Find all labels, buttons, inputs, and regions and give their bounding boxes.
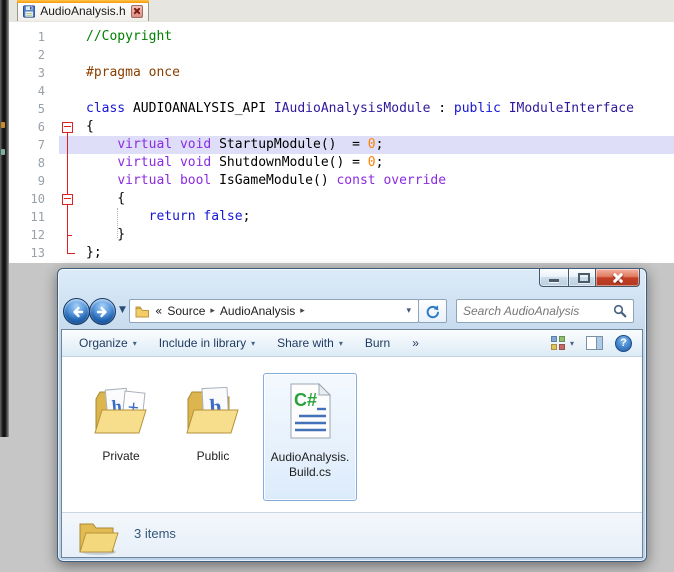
code-line-1[interactable]: 1//Copyright: [9, 28, 674, 46]
breadcrumb-audioanalysis[interactable]: AudioAnalysis: [220, 304, 295, 318]
toolbar-right-icons: ▾ ?: [550, 334, 636, 352]
open-folder-icon: [76, 516, 120, 561]
chevron-down-icon: ▾: [132, 338, 137, 348]
arrow-left-icon: [72, 306, 83, 317]
file-item-public[interactable]: h Public: [167, 373, 259, 501]
explorer-window[interactable]: ▼ « Source ▸ AudioAnalysis ▸ ▾ Search Au…: [57, 268, 647, 562]
file-label: Public: [196, 449, 230, 463]
forward-button[interactable]: [89, 298, 116, 325]
line-number: 8: [37, 156, 45, 170]
toolbar-include-in-library[interactable]: Include in library ▾: [148, 332, 266, 354]
search-input[interactable]: Search AudioAnalysis: [456, 299, 634, 323]
back-button[interactable]: [63, 298, 90, 325]
code-line-7[interactable]: 7 virtual void StartupModule() = 0;: [9, 136, 674, 154]
search-placeholder: Search AudioAnalysis: [463, 304, 580, 318]
code-line-9[interactable]: 9 virtual bool IsGameModule() const over…: [9, 172, 674, 190]
toolbar-organize[interactable]: Organize ▾: [68, 332, 148, 354]
views-grid-icon: [550, 335, 566, 351]
fold-bracket-end: [67, 253, 75, 254]
line-number: 1: [37, 30, 45, 44]
editor-tab-bar: AudioAnalysis.h: [9, 0, 674, 23]
toolbar-burn[interactable]: Burn: [354, 332, 401, 354]
line-number: 9: [37, 174, 45, 188]
line-number: 3: [37, 66, 45, 80]
line-number: 7: [37, 138, 45, 152]
background-code-fragment: [1, 149, 5, 155]
code-line-8[interactable]: 8 virtual void ShutdownModule() = 0;: [9, 154, 674, 172]
folder-public-icon: h: [167, 381, 259, 445]
chevron-down-icon: ▾: [569, 338, 574, 348]
file-label: AudioAnalysis. Build.cs: [270, 450, 350, 479]
folder-icon: [135, 306, 149, 317]
fold-collapse-icon[interactable]: [62, 194, 73, 205]
file-list: h + Private h Public C# AudioAnalysis. B…: [62, 358, 642, 513]
code-line-13[interactable]: 13};: [9, 244, 674, 262]
line-number: 11: [30, 210, 45, 224]
tab-audioanalysis-h[interactable]: AudioAnalysis.h: [17, 0, 149, 21]
code-line-11[interactable]: 11 return false;: [9, 208, 674, 226]
minimize-button[interactable]: [539, 269, 569, 287]
chevron-down-icon: ▾: [338, 338, 343, 348]
csharp-file-icon: C#: [264, 382, 356, 446]
active-tab-accent: [17, 0, 149, 3]
file-item-private[interactable]: h + Private: [75, 373, 167, 501]
arrow-right-icon: [96, 306, 107, 317]
line-number: 13: [30, 246, 45, 260]
file-item-audioanalysis-build-cs[interactable]: C# AudioAnalysis. Build.cs: [263, 373, 357, 501]
fold-collapse-icon[interactable]: [62, 122, 73, 133]
address-bar[interactable]: « Source ▸ AudioAnalysis ▸ ▾: [129, 299, 419, 323]
toolbar-more[interactable]: »: [401, 332, 430, 354]
maximize-button[interactable]: [568, 269, 596, 287]
code-line-4[interactable]: 4: [9, 82, 674, 100]
code-area[interactable]: 1//Copyright 2 3 #pragma once 4 5 class AUDIOA…: [9, 22, 674, 263]
code-editor-window: AudioAnalysis.h 1//Copyright 2 3 #pragma on…: [9, 0, 674, 263]
folder-private-icon: h +: [75, 381, 167, 445]
change-view-button[interactable]: ▾: [550, 335, 574, 351]
line-number: 5: [37, 102, 45, 116]
item-count: 3 items: [134, 526, 176, 541]
refresh-icon: [426, 304, 439, 318]
line-number: 4: [37, 84, 45, 98]
window-caption-buttons: [539, 269, 640, 287]
command-toolbar: Organize ▾ Include in library ▾ Share with ▾ B…: [62, 330, 642, 357]
fold-bracket-end: [67, 235, 72, 236]
chevron-right-icon[interactable]: ▸: [300, 306, 305, 316]
chevron-right-icon[interactable]: ▸: [210, 306, 215, 316]
recent-pages-chevron-icon[interactable]: ▼: [119, 305, 126, 315]
background-window-edge: [0, 0, 9, 437]
tab-title: AudioAnalysis.h: [40, 4, 126, 18]
code-line-10[interactable]: 10 {: [9, 190, 674, 208]
refresh-button[interactable]: [418, 299, 447, 323]
preview-pane-button[interactable]: [586, 336, 603, 350]
file-label: Private: [102, 449, 140, 463]
address-dropdown-icon[interactable]: ▾: [406, 306, 413, 316]
floppy-disk-icon: [23, 4, 36, 18]
toolbar-share-with[interactable]: Share with ▾: [266, 332, 354, 354]
details-pane: 3 items: [62, 512, 642, 557]
chevron-down-icon: ▾: [251, 338, 256, 348]
line-number: 2: [37, 48, 45, 62]
magnifier-icon[interactable]: [613, 304, 627, 318]
line-number: 10: [30, 192, 45, 206]
code-line-6[interactable]: 6{: [9, 118, 674, 136]
close-button[interactable]: [595, 269, 640, 287]
code-line-5[interactable]: 5 class AUDIOANALYSIS_API IAudioAnalysisM…: [9, 100, 674, 118]
help-button[interactable]: ?: [615, 334, 632, 352]
explorer-client-area: Organize ▾ Include in library ▾ Share with ▾ B…: [61, 329, 643, 558]
code-line-2[interactable]: 2: [9, 46, 674, 64]
code-line-3[interactable]: 3 #pragma once: [9, 64, 674, 82]
line-number: 12: [30, 228, 45, 242]
line-number: 6: [37, 120, 45, 134]
breadcrumb-source[interactable]: Source: [167, 304, 205, 318]
code-line-12[interactable]: 12 }: [9, 226, 674, 244]
tab-close-icon[interactable]: [130, 4, 143, 18]
svg-text:C#: C#: [294, 390, 317, 410]
breadcrumb-overflow[interactable]: «: [155, 304, 162, 318]
background-code-fragment: [1, 122, 5, 128]
